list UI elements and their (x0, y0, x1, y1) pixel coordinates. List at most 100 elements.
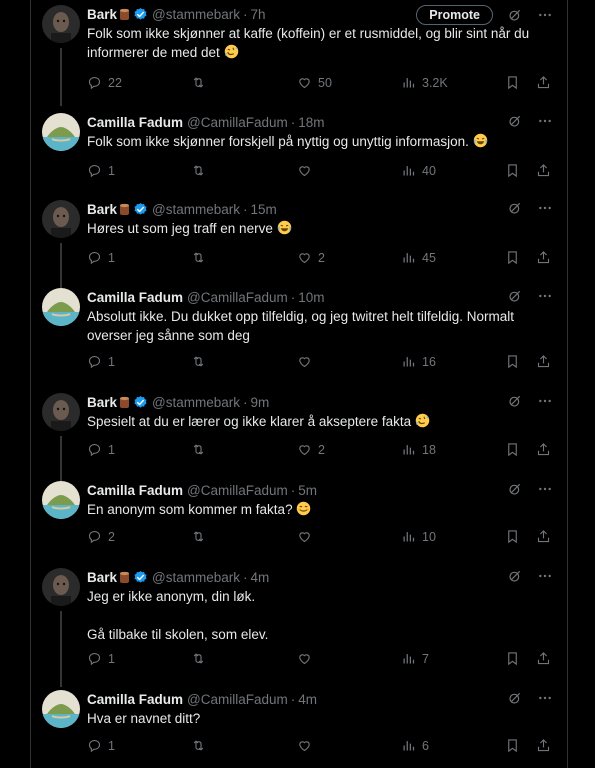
tweet[interactable]: Camilla Fadum @CamillaFadum · 10m Absolu… (31, 287, 567, 377)
tweet[interactable]: Bark @stammebark · 9m Spesielt at du er … (31, 392, 567, 482)
more-options-icon[interactable] (537, 393, 553, 409)
avatar[interactable] (42, 200, 80, 238)
reply-button[interactable]: 1 (87, 442, 115, 457)
avatar[interactable] (42, 568, 80, 606)
handle[interactable]: @stammebark (152, 202, 240, 217)
like-button[interactable] (297, 738, 318, 753)
share-button[interactable] (536, 354, 551, 369)
grok-icon[interactable] (507, 7, 523, 23)
tweet[interactable]: Bark @stammebark · 7h Promote Folk som i… (31, 4, 567, 106)
handle[interactable]: @CamillaFadum (187, 115, 288, 130)
avatar[interactable] (42, 690, 80, 728)
more-options-icon[interactable] (537, 113, 553, 129)
grok-icon[interactable] (507, 481, 523, 497)
display-name[interactable]: Bark (87, 570, 117, 585)
like-button[interactable] (297, 529, 318, 544)
bookmark-button[interactable] (505, 738, 520, 753)
retweet-button[interactable] (191, 738, 212, 753)
handle[interactable]: @stammebark (152, 395, 240, 410)
timestamp[interactable]: 15m (251, 202, 277, 217)
retweet-button[interactable] (191, 529, 212, 544)
bookmark-button[interactable] (505, 163, 520, 178)
display-name[interactable]: Bark (87, 395, 117, 410)
handle[interactable]: @CamillaFadum (187, 483, 288, 498)
display-name[interactable]: Bark (87, 7, 117, 22)
grok-icon[interactable] (507, 200, 523, 216)
avatar[interactable] (42, 393, 80, 431)
tweet[interactable]: Bark @stammebark · 15m Høres ut som jeg … (31, 199, 567, 293)
promote-button[interactable]: Promote (416, 5, 493, 25)
timestamp[interactable]: 5m (298, 483, 317, 498)
like-button[interactable]: 50 (297, 75, 332, 90)
reply-button[interactable]: 1 (87, 354, 115, 369)
grok-icon[interactable] (507, 393, 523, 409)
more-options-icon[interactable] (537, 7, 553, 23)
more-options-icon[interactable] (537, 200, 553, 216)
share-button[interactable] (536, 163, 551, 178)
display-name[interactable]: Camilla Fadum (87, 483, 183, 498)
tweet[interactable]: Bark @stammebark · 4m Jeg er ikke anonym… (31, 567, 567, 687)
bookmark-button[interactable] (505, 75, 520, 90)
views-button[interactable]: 6 (401, 738, 429, 753)
display-name[interactable]: Camilla Fadum (87, 692, 183, 707)
views-button[interactable]: 3.2K (401, 75, 448, 90)
like-button[interactable] (297, 354, 318, 369)
tweet[interactable]: Camilla Fadum @CamillaFadum · 4m Hva er … (31, 689, 567, 761)
bookmark-button[interactable] (505, 442, 520, 457)
more-options-icon[interactable] (537, 288, 553, 304)
bookmark-button[interactable] (505, 529, 520, 544)
retweet-button[interactable] (191, 75, 212, 90)
like-button[interactable]: 2 (297, 442, 325, 457)
bookmark-button[interactable] (505, 651, 520, 666)
tweet[interactable]: Camilla Fadum @CamillaFadum · 18m Folk s… (31, 112, 567, 184)
retweet-button[interactable] (191, 442, 212, 457)
handle[interactable]: @CamillaFadum (187, 692, 288, 707)
tweet[interactable]: Camilla Fadum @CamillaFadum · 5m En anon… (31, 480, 567, 552)
views-button[interactable]: 45 (401, 250, 436, 265)
retweet-button[interactable] (191, 250, 212, 265)
reply-button[interactable]: 22 (87, 75, 122, 90)
retweet-button[interactable] (191, 163, 212, 178)
display-name[interactable]: Bark (87, 202, 117, 217)
handle[interactable]: @stammebark (152, 570, 240, 585)
avatar[interactable] (42, 288, 80, 326)
share-button[interactable] (536, 75, 551, 90)
share-button[interactable] (536, 651, 551, 666)
grok-icon[interactable] (507, 690, 523, 706)
grok-icon[interactable] (507, 113, 523, 129)
grok-icon[interactable] (507, 568, 523, 584)
timestamp[interactable]: 18m (298, 115, 324, 130)
timestamp[interactable]: 4m (298, 692, 317, 707)
reply-button[interactable]: 1 (87, 651, 115, 666)
share-button[interactable] (536, 529, 551, 544)
reply-button[interactable]: 2 (87, 529, 115, 544)
share-button[interactable] (536, 738, 551, 753)
timestamp[interactable]: 10m (298, 290, 324, 305)
bookmark-button[interactable] (505, 354, 520, 369)
retweet-button[interactable] (191, 354, 212, 369)
more-options-icon[interactable] (537, 568, 553, 584)
avatar[interactable] (42, 5, 80, 43)
more-options-icon[interactable] (537, 690, 553, 706)
more-options-icon[interactable] (537, 481, 553, 497)
display-name[interactable]: Camilla Fadum (87, 115, 183, 130)
grok-icon[interactable] (507, 288, 523, 304)
views-button[interactable]: 40 (401, 163, 436, 178)
avatar[interactable] (42, 113, 80, 151)
retweet-button[interactable] (191, 651, 212, 666)
views-button[interactable]: 18 (401, 442, 436, 457)
timestamp[interactable]: 4m (251, 570, 270, 585)
like-button[interactable] (297, 651, 318, 666)
avatar[interactable] (42, 481, 80, 519)
display-name[interactable]: Camilla Fadum (87, 290, 183, 305)
like-button[interactable] (297, 163, 318, 178)
reply-button[interactable]: 1 (87, 250, 115, 265)
share-button[interactable] (536, 442, 551, 457)
handle[interactable]: @CamillaFadum (187, 290, 288, 305)
reply-button[interactable]: 1 (87, 163, 115, 178)
timestamp[interactable]: 7h (251, 7, 266, 22)
timestamp[interactable]: 9m (251, 395, 270, 410)
like-button[interactable]: 2 (297, 250, 325, 265)
share-button[interactable] (536, 250, 551, 265)
views-button[interactable]: 16 (401, 354, 436, 369)
